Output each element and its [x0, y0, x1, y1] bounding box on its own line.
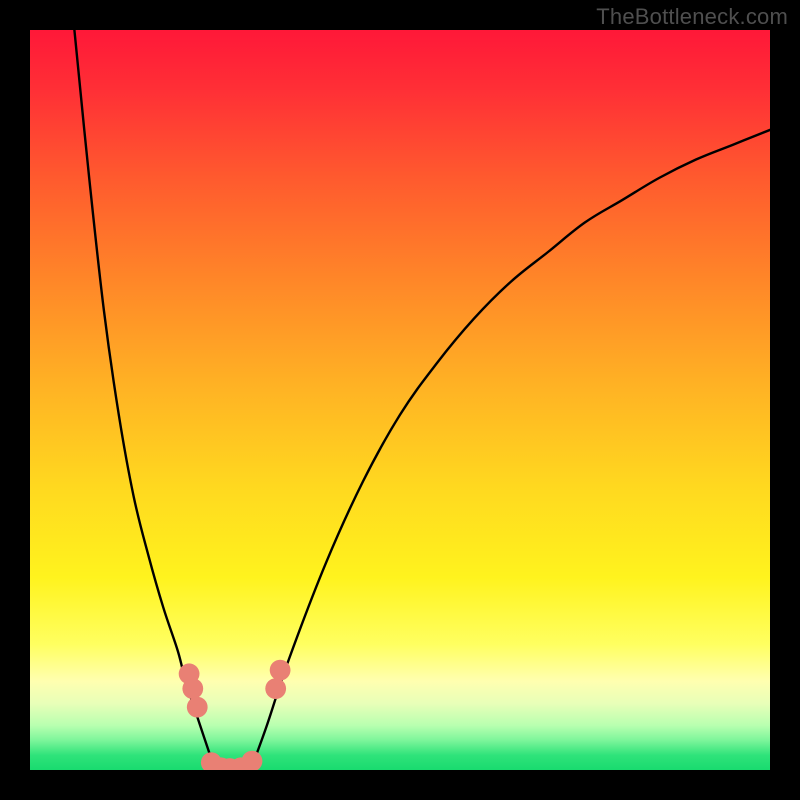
data-markers: [179, 660, 291, 770]
data-marker: [182, 678, 203, 699]
curve-layer: [30, 30, 770, 770]
plot-area: [30, 30, 770, 770]
bottleneck-curve: [74, 30, 770, 770]
data-marker: [270, 660, 291, 681]
data-marker: [187, 697, 208, 718]
watermark-text: TheBottleneck.com: [596, 4, 788, 30]
chart-frame: TheBottleneck.com: [0, 0, 800, 800]
data-marker: [242, 751, 263, 770]
data-marker: [265, 678, 286, 699]
